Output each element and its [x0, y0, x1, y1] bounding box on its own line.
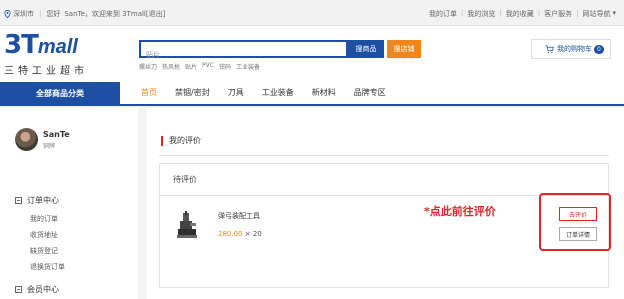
divider: |	[39, 10, 42, 18]
product-quantity: × 20	[244, 230, 262, 238]
my-history-link[interactable]: 我的浏览	[467, 9, 495, 19]
nav-item-home[interactable]: 首页	[132, 82, 166, 104]
nav-items: 首页 禁锢/密封 刀具 工业装备 新材料 品牌专区	[132, 82, 395, 104]
section-order-center[interactable]: 订单中心	[15, 195, 59, 206]
my-favorites-link[interactable]: 我的收藏	[506, 9, 534, 19]
my-orders-link[interactable]: 我的订单	[429, 9, 457, 19]
product-image[interactable]	[176, 211, 198, 239]
customer-service-link[interactable]: 客户服务	[544, 9, 572, 19]
location-pin-icon	[4, 10, 11, 18]
header: 3Tmall 三特工业超市 搜商品 搜店铺 螺丝刀 热风枪 贴片 PVC 钳码 …	[0, 26, 624, 82]
hot-word[interactable]: 螺丝刀	[139, 62, 157, 71]
hot-word[interactable]: 热风枪	[162, 62, 180, 71]
location-selector[interactable]: 深圳市	[13, 9, 34, 19]
product-name[interactable]: 弹弓装配工具	[218, 211, 260, 221]
sidebar: SanTe 铜牌 订单中心 我的订单 收货地址 缺货登记 退换货订单 会员中心	[0, 108, 138, 299]
hot-word[interactable]: 钳码	[219, 62, 231, 71]
divider	[159, 155, 609, 156]
sidebar-item-returns[interactable]: 退换货订单	[30, 262, 65, 272]
logo-brand: 3T	[4, 30, 39, 60]
greeting-text: 您好	[46, 10, 61, 18]
search-products-button[interactable]: 搜商品	[348, 40, 384, 58]
section-member-center[interactable]: 会员中心	[15, 284, 59, 295]
nav-item-equipment[interactable]: 工业装备	[253, 82, 303, 104]
site-nav-link[interactable]: 网站导航	[582, 9, 610, 19]
top-links: 我的订单 | 我的浏览 | 我的收藏 | 客户服务 | 网站导航 ▾	[429, 9, 616, 19]
site-logo[interactable]: 3Tmall 三特工业超市	[4, 32, 88, 77]
logo-mall: mall	[37, 36, 78, 58]
all-categories-button[interactable]: 全部商品分类	[0, 82, 120, 104]
cart-button[interactable]: 我的购物车 0	[531, 39, 611, 59]
product-price-row: 280.00 × 20	[218, 230, 262, 238]
divider: |	[499, 9, 502, 17]
panel-title: 待评价	[160, 164, 608, 196]
section-title: 订单中心	[27, 196, 59, 205]
cart-label: 我的购物车	[557, 45, 592, 53]
hot-word[interactable]: 工业装备	[236, 62, 260, 71]
write-review-button[interactable]: 去评价	[559, 207, 597, 221]
hot-word[interactable]: 贴片	[185, 62, 197, 71]
minus-square-icon	[15, 197, 22, 204]
section-title: 会员中心	[27, 285, 59, 294]
minus-square-icon	[15, 286, 22, 293]
user-name: SanTe	[43, 129, 70, 139]
search-input[interactable]	[141, 48, 346, 62]
divider: |	[461, 9, 464, 17]
nav-item-sealing[interactable]: 禁锢/密封	[166, 82, 219, 104]
nav-item-tools[interactable]: 刀具	[219, 82, 253, 104]
sidebar-item-my-orders[interactable]: 我的订单	[30, 214, 58, 224]
review-annotation: *点此前往评价	[424, 205, 496, 218]
divider: |	[576, 9, 579, 17]
cart-icon	[545, 44, 554, 53]
username-link[interactable]: SanTe	[64, 10, 85, 18]
sidebar-item-stockout[interactable]: 缺货登记	[30, 246, 58, 256]
top-bar-left: 深圳市 | 您好 SanTe ，欢迎来到 3Tmall [退出]	[4, 9, 165, 19]
welcome-text: ，欢迎来到 3Tmall	[84, 10, 146, 18]
hot-word[interactable]: PVC	[202, 62, 214, 71]
order-detail-button[interactable]: 订单详情	[559, 227, 597, 241]
logo-wordmark: 3Tmall	[4, 32, 88, 60]
cart-count-badge: 0	[594, 44, 604, 54]
divider: |	[537, 9, 541, 17]
main-nav: 全部商品分类 首页 禁锢/密封 刀具 工业装备 新材料 品牌专区	[0, 82, 624, 106]
user-card: SanTe 铜牌	[15, 128, 70, 151]
page-title: 我的评价	[161, 136, 201, 146]
sidebar-item-address[interactable]: 收货地址	[30, 230, 58, 240]
logo-subtitle: 三特工业超市	[4, 66, 88, 77]
nav-item-materials[interactable]: 新材料	[303, 82, 345, 104]
logout-link[interactable]: [退出]	[146, 9, 165, 19]
chevron-down-icon: ▾	[612, 9, 616, 17]
avatar[interactable]	[15, 128, 38, 151]
search-stores-button[interactable]: 搜店铺	[387, 40, 421, 58]
hot-words: 螺丝刀 热风枪 贴片 PVC 钳码 工业装备	[139, 62, 260, 71]
highlight-box	[539, 193, 611, 251]
search-box	[139, 40, 348, 62]
member-level: 铜牌	[43, 142, 56, 150]
nav-item-brands[interactable]: 品牌专区	[345, 82, 395, 104]
product-price: 280.00	[218, 230, 243, 238]
top-bar: 深圳市 | 您好 SanTe ，欢迎来到 3Tmall [退出] 我的订单 | …	[0, 0, 624, 26]
